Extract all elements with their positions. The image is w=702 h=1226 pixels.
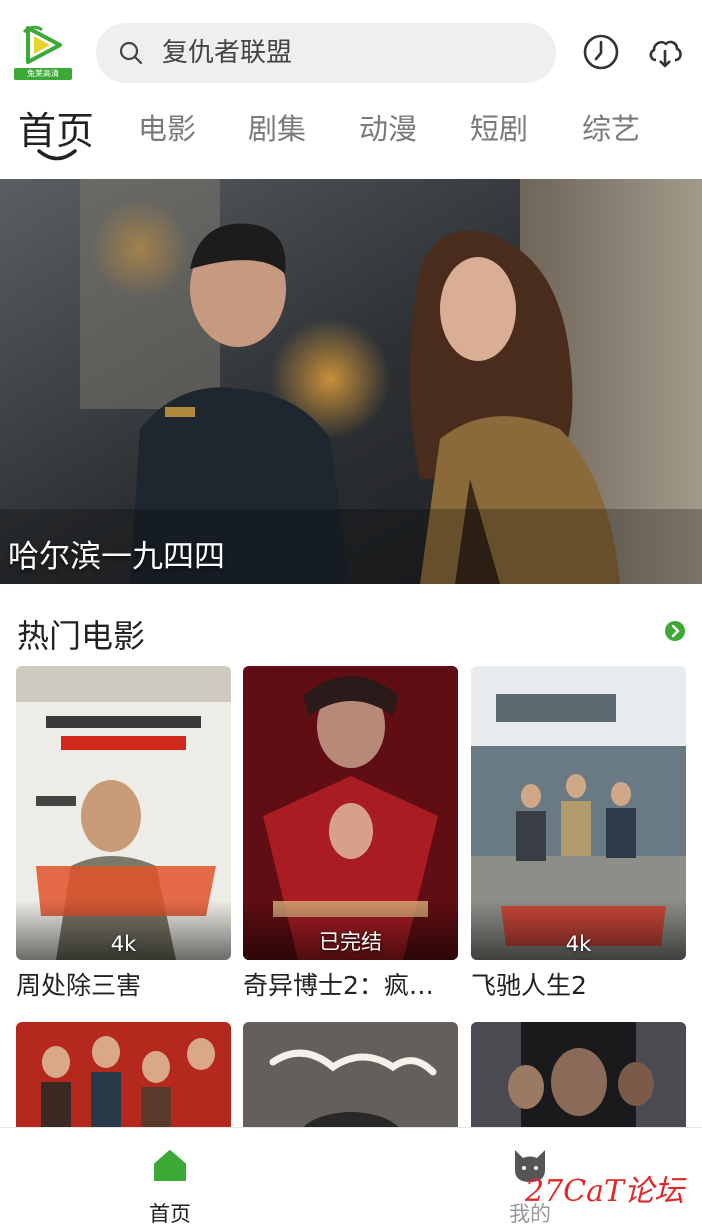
movie-title: 飞驰人生2 — [471, 971, 587, 1000]
history-clock-icon[interactable] — [582, 33, 620, 71]
search-input[interactable] — [162, 23, 542, 83]
cloud-download-icon[interactable] — [646, 33, 684, 71]
home-icon — [154, 1150, 186, 1181]
movie-card[interactable]: 4k 飞驰人生2 — [471, 666, 686, 1000]
watermark-text: 27CaT论坛 — [525, 1174, 685, 1209]
tab-anime[interactable]: 动漫 — [359, 106, 417, 148]
movie-card[interactable]: 已完结 奇异博士2：疯… — [243, 666, 458, 1000]
tab-short-drama[interactable]: 短剧 — [470, 106, 528, 148]
movie-poster-partial[interactable] — [471, 1022, 686, 1132]
movie-poster: 已完结 — [243, 666, 458, 960]
nav-label-home: 首页 — [149, 1202, 191, 1226]
quality-badge: 4k — [110, 932, 137, 956]
search-icon — [119, 41, 143, 65]
movie-title: 奇异博士2：疯… — [243, 971, 434, 1000]
banner-title: 哈尔滨一九四四 — [8, 539, 225, 575]
poster-image — [243, 1022, 458, 1132]
tab-series[interactable]: 剧集 — [248, 106, 306, 148]
section-title-hot-movies: 热门电影 — [17, 617, 146, 655]
tab-active-indicator — [37, 149, 77, 161]
poster-image — [16, 1022, 231, 1132]
more-arrow-icon[interactable] — [665, 621, 685, 641]
category-tabs: 首页 电影 剧集 动漫 短剧 综艺 — [0, 100, 702, 178]
app-logo[interactable]: 兔莱高清 — [14, 24, 72, 82]
movie-title: 周处除三害 — [16, 971, 142, 1000]
logo-text: 兔莱高清 — [14, 68, 72, 80]
movie-poster: 4k — [471, 666, 686, 960]
movie-poster: 4k — [16, 666, 231, 960]
nav-item-home[interactable]: 首页 — [110, 1128, 230, 1226]
poster-image — [471, 1022, 686, 1132]
search-bar[interactable] — [96, 23, 556, 83]
tab-variety[interactable]: 综艺 — [582, 106, 640, 148]
play-logo-icon — [22, 25, 62, 64]
movie-poster-partial[interactable] — [243, 1022, 458, 1132]
status-badge: 已完结 — [319, 930, 382, 954]
tab-movies[interactable]: 电影 — [138, 106, 196, 148]
movie-card[interactable]: 4k 周处除三害 — [16, 666, 231, 1000]
movie-poster-partial[interactable] — [16, 1022, 231, 1132]
banner-image — [0, 179, 702, 584]
quality-badge: 4k — [565, 932, 592, 956]
app-header: 兔莱高清 — [0, 0, 702, 100]
tab-home[interactable]: 首页 — [18, 100, 94, 155]
featured-banner[interactable]: 哈尔滨一九四四 — [0, 179, 702, 584]
